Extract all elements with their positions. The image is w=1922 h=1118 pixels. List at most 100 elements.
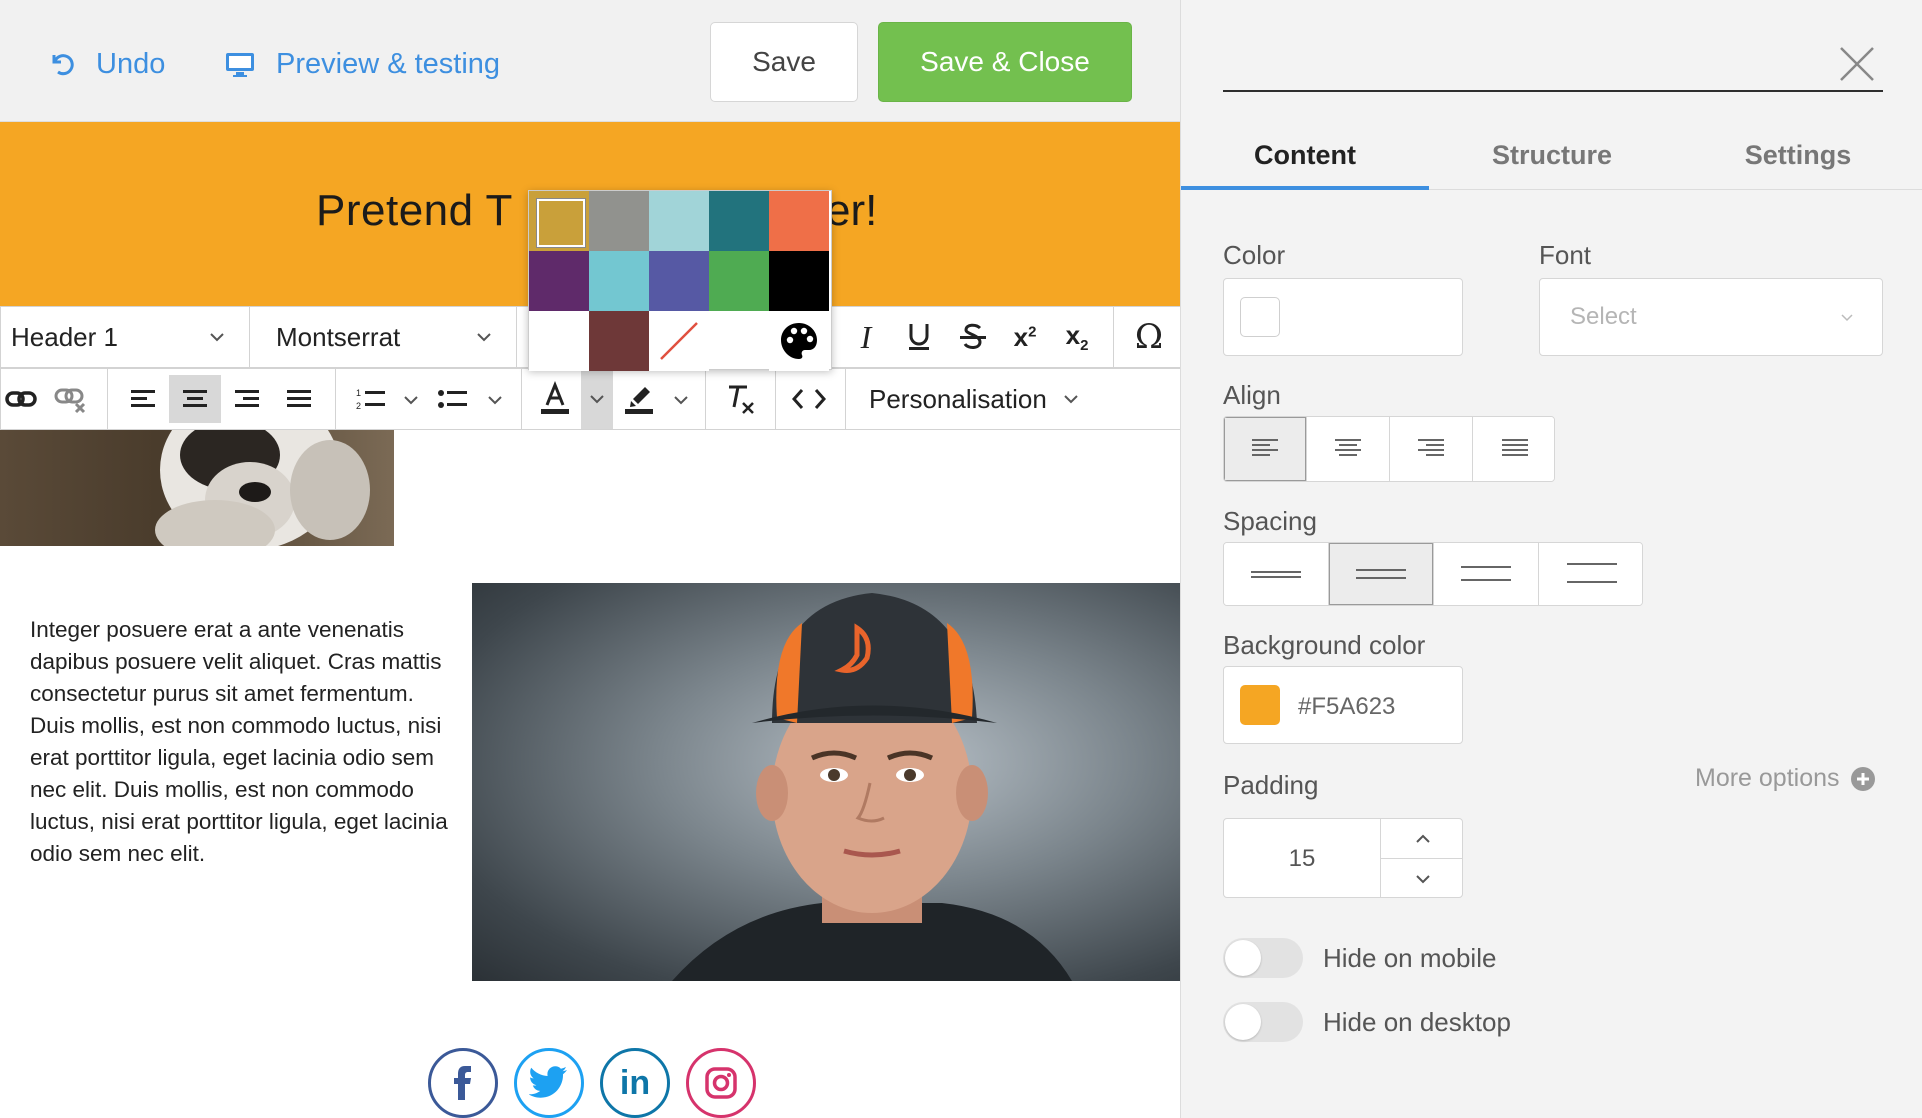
align-right-icon[interactable]	[227, 379, 267, 419]
spacing-xlarge-option[interactable]	[1539, 543, 1642, 605]
text-color-icon[interactable]	[535, 377, 575, 421]
person-image[interactable]	[472, 583, 1180, 981]
color-swatch[interactable]	[589, 311, 649, 371]
hide-on-desktop-toggle[interactable]	[1223, 1002, 1303, 1042]
color-swatch-popup	[528, 190, 832, 371]
person-illustration	[672, 593, 1072, 981]
subscript-icon[interactable]: x2	[1057, 317, 1097, 357]
color-swatch[interactable]	[769, 251, 829, 311]
source-code-icon[interactable]	[789, 379, 829, 419]
divider	[107, 369, 108, 429]
superscript-icon[interactable]: x2	[1005, 317, 1045, 357]
background-color-value: #F5A623	[1298, 693, 1396, 720]
align-justify-icon[interactable]	[279, 379, 319, 419]
spacing-medium-option[interactable]	[1329, 543, 1434, 605]
align-left-icon[interactable]	[123, 379, 163, 419]
email-header-text-end[interactable]: er!	[826, 186, 877, 236]
align-left-option[interactable]	[1224, 417, 1307, 481]
dog-illustration	[155, 430, 370, 546]
tab-structure[interactable]: Structure	[1429, 122, 1675, 188]
spacing-large-icon	[1461, 566, 1511, 581]
spacing-label: Spacing	[1223, 506, 1317, 536]
close-icon[interactable]	[1833, 40, 1881, 88]
color-swatch[interactable]	[649, 191, 709, 251]
align-right-icon	[1418, 439, 1444, 456]
no-color-swatch[interactable]	[649, 311, 709, 371]
color-swatch[interactable]	[589, 191, 649, 251]
dog-image[interactable]	[0, 430, 394, 546]
chevron-down-icon[interactable]	[487, 394, 503, 406]
email-editor: Undo Preview & testing Save Save & Close…	[0, 0, 1180, 1118]
underline-icon[interactable]	[899, 317, 939, 357]
facebook-icon[interactable]	[428, 1048, 498, 1118]
chevron-down-icon	[477, 333, 491, 342]
tab-settings[interactable]: Settings	[1675, 122, 1921, 188]
color-swatch[interactable]	[709, 251, 769, 311]
background-color-picker[interactable]: #F5A623	[1223, 666, 1463, 744]
align-label: Align	[1223, 380, 1281, 410]
color-swatch[interactable]	[589, 251, 649, 311]
color-swatch[interactable]	[529, 191, 589, 251]
undo-button[interactable]: Undo	[46, 44, 165, 84]
save-close-button[interactable]: Save & Close	[878, 22, 1132, 102]
personalisation-select[interactable]: Personalisation	[869, 369, 1109, 429]
spacing-small-icon	[1251, 571, 1301, 578]
align-center-option[interactable]	[1307, 417, 1390, 481]
color-swatch[interactable]	[649, 251, 709, 311]
spacing-large-option[interactable]	[1434, 543, 1539, 605]
font-select[interactable]: Montserrat	[276, 307, 496, 367]
italic-icon[interactable]: I	[846, 317, 886, 357]
link-icon[interactable]	[3, 381, 39, 417]
instagram-icon[interactable]	[686, 1048, 756, 1118]
divider	[521, 369, 522, 429]
clear-formatting-icon[interactable]	[721, 379, 761, 419]
email-body-text[interactable]: Integer posuere erat a ante venenatis da…	[30, 614, 450, 870]
editor-topbar: Undo Preview & testing Save Save & Close	[0, 0, 1180, 122]
divider	[845, 369, 846, 429]
format-select[interactable]: Header 1	[11, 307, 224, 367]
padding-increment-button[interactable]	[1381, 819, 1462, 859]
save-button[interactable]: Save	[710, 22, 858, 102]
align-right-option[interactable]	[1390, 417, 1473, 481]
email-header-text[interactable]: Pretend T	[316, 186, 513, 236]
align-justify-option[interactable]	[1473, 417, 1554, 481]
linkedin-icon[interactable]: in	[600, 1048, 670, 1118]
twitter-icon[interactable]	[514, 1048, 584, 1118]
text-color-dropdown[interactable]	[581, 369, 613, 429]
panel-name-input[interactable]	[1223, 90, 1883, 92]
chevron-down-icon[interactable]	[403, 394, 419, 406]
highlight-color-icon[interactable]	[619, 377, 659, 421]
hide-on-mobile-toggle[interactable]	[1223, 938, 1303, 978]
palette-icon	[781, 323, 817, 359]
color-swatch[interactable]	[529, 251, 589, 311]
chevron-down-icon[interactable]	[673, 394, 689, 406]
spacing-xlarge-icon	[1566, 563, 1617, 583]
color-swatch[interactable]	[529, 311, 589, 371]
color-swatch[interactable]	[709, 191, 769, 251]
special-character-icon[interactable]: Ω	[1127, 315, 1171, 359]
padding-input[interactable]: 15	[1224, 819, 1380, 897]
text-toolbar-row-2: 12 Personalisation	[0, 368, 1180, 430]
preview-testing-button[interactable]: Preview & testing	[224, 44, 500, 84]
font-select-panel[interactable]: Select	[1539, 278, 1883, 356]
color-picker[interactable]	[1223, 278, 1463, 356]
custom-color-button[interactable]	[769, 311, 829, 371]
align-center-icon[interactable]	[169, 375, 221, 423]
color-swatch[interactable]	[769, 191, 829, 251]
chevron-down-icon	[590, 395, 604, 404]
more-options-button[interactable]: More options	[1695, 764, 1876, 793]
toggle-knob	[1225, 940, 1261, 976]
color-label: Color	[1223, 240, 1286, 270]
svg-text:2: 2	[356, 401, 361, 411]
tab-content[interactable]: Content	[1181, 122, 1429, 188]
numbered-list-icon[interactable]: 12	[351, 379, 391, 419]
spacing-medium-icon	[1356, 569, 1406, 579]
chevron-down-icon	[1064, 395, 1078, 404]
align-segmented-control	[1223, 416, 1555, 482]
padding-decrement-button[interactable]	[1381, 859, 1462, 897]
spacing-small-option[interactable]	[1224, 543, 1329, 605]
padding-label: Padding	[1223, 770, 1319, 800]
strikethrough-icon[interactable]	[953, 317, 993, 357]
bullet-list-icon[interactable]	[433, 379, 473, 419]
unlink-icon[interactable]	[53, 381, 89, 417]
